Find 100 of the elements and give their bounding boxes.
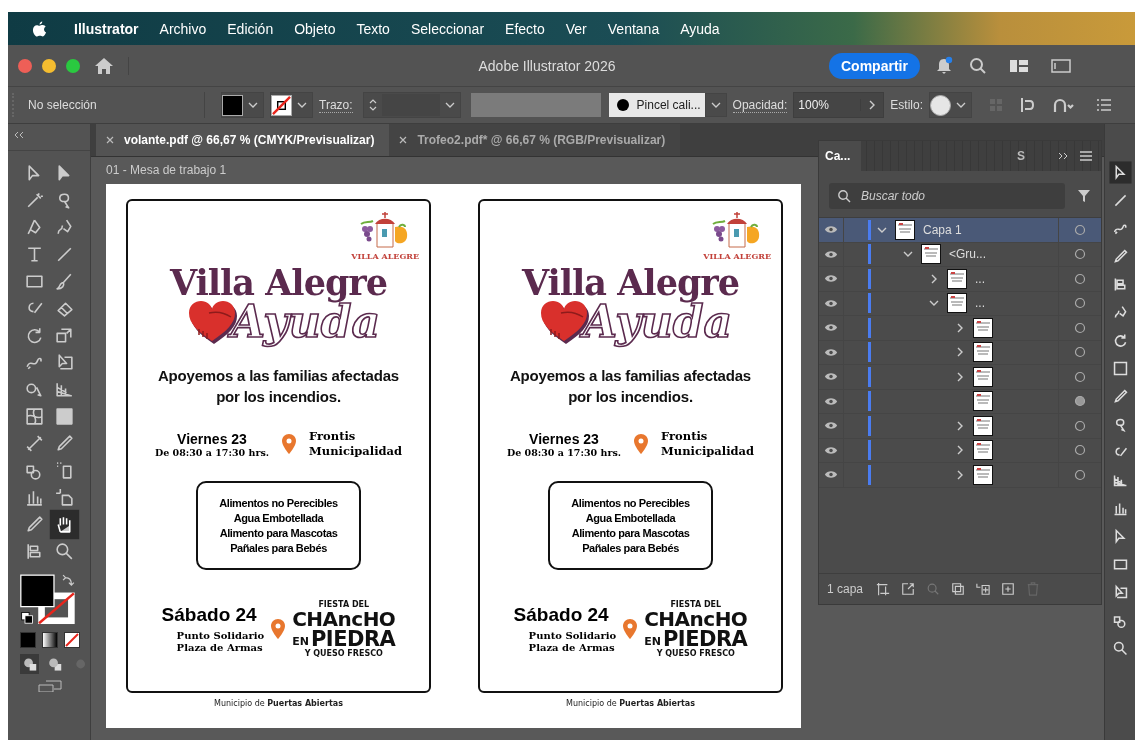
menu-item[interactable]: Edición <box>227 20 274 37</box>
close-icon[interactable] <box>399 136 408 144</box>
layer-row[interactable] <box>819 438 1101 463</box>
minimize-button[interactable] <box>42 58 56 73</box>
target-circle-icon[interactable] <box>1074 321 1086 334</box>
layer-row[interactable]: Capa 1 <box>819 218 1101 243</box>
new-sublayer-icon[interactable] <box>976 582 991 596</box>
logo-text: VILLA ALEGRE <box>351 251 419 261</box>
target-circle-icon[interactable] <box>1074 248 1086 261</box>
stroke-swatch[interactable] <box>270 92 313 118</box>
layer-row[interactable] <box>819 414 1101 439</box>
list-icon[interactable] <box>1096 97 1112 113</box>
eye-icon[interactable] <box>824 347 838 357</box>
layer-row[interactable]: ... <box>819 291 1101 316</box>
opacity-label[interactable]: Opacidad: <box>732 97 788 113</box>
search-field[interactable]: Buscar todo <box>829 183 1065 209</box>
eye-icon[interactable] <box>824 396 838 406</box>
eye-icon[interactable] <box>824 274 838 284</box>
menu-item[interactable]: Objeto <box>294 20 336 37</box>
eye-icon[interactable] <box>824 372 838 382</box>
eye-icon[interactable] <box>824 249 838 259</box>
workspace-icon[interactable] <box>1007 57 1030 74</box>
variable-width-field[interactable] <box>470 93 601 117</box>
magnet-icon[interactable] <box>1052 97 1076 113</box>
eye-icon[interactable] <box>824 421 838 431</box>
apple-logo-icon[interactable] <box>32 19 47 38</box>
chevron-icon[interactable] <box>955 420 965 431</box>
menu-item[interactable]: Seleccionar <box>410 20 485 37</box>
supply-item: Alimento para Mascotas <box>219 527 338 539</box>
eye-icon[interactable] <box>824 298 838 308</box>
eye-icon[interactable] <box>824 323 838 333</box>
menu-item[interactable]: Ventana <box>607 20 660 37</box>
chevron-icon[interactable] <box>955 469 965 480</box>
panel-tab[interactable]: Ca... <box>819 141 861 171</box>
chevron-icon[interactable] <box>955 347 965 358</box>
supply-item: Alimento para Mascotas <box>571 527 690 539</box>
target-circle-icon[interactable] <box>1074 223 1086 236</box>
layer-row[interactable] <box>819 365 1101 390</box>
share-button[interactable]: Compartir <box>829 52 920 79</box>
search-icon[interactable] <box>967 55 988 76</box>
fill-swatch[interactable] <box>221 92 264 118</box>
layer-thumbnail-icon <box>973 366 993 387</box>
target-circle-icon[interactable] <box>1074 272 1086 285</box>
hand-icon[interactable] <box>52 512 77 537</box>
align-icon[interactable] <box>1020 97 1036 113</box>
filter-icon[interactable] <box>1077 189 1091 203</box>
chevron-icon[interactable] <box>929 273 939 284</box>
new-layer-icon[interactable] <box>1001 582 1016 596</box>
gradient-mode-button[interactable] <box>42 632 58 648</box>
layer-row[interactable] <box>819 463 1101 488</box>
chevron-icon[interactable] <box>955 371 965 382</box>
menu-item[interactable]: Texto <box>356 20 390 37</box>
layer-row[interactable] <box>819 316 1101 341</box>
event-location: Punto Solidario Plaza de Armas <box>528 630 617 654</box>
target-circle-icon[interactable] <box>1074 346 1086 359</box>
panel-icon[interactable] <box>1049 57 1072 74</box>
target-circle-icon[interactable] <box>1074 395 1086 408</box>
collapse-icon[interactable] <box>14 132 24 138</box>
layer-thumbnail-icon <box>973 342 993 363</box>
zoom-button[interactable] <box>66 58 80 73</box>
target-circle-icon[interactable] <box>1074 419 1086 432</box>
style-swatch[interactable] <box>929 92 972 118</box>
clipping-mask-icon[interactable] <box>951 582 966 596</box>
menu-item[interactable]: Ver <box>565 20 587 37</box>
document-tab[interactable]: volante.pdf @ 66,67 % (CMYK/Previsualizar) <box>96 124 390 156</box>
none-mode-button[interactable] <box>64 632 80 648</box>
panel-tab[interactable]: S <box>1011 141 1031 171</box>
draw-normal-icon[interactable] <box>20 654 40 674</box>
layer-thumbnail-icon <box>973 464 993 485</box>
menu-item[interactable]: Archivo <box>159 20 207 37</box>
home-icon[interactable] <box>94 56 129 75</box>
brush-dropdown[interactable]: Pincel cali... <box>608 93 727 117</box>
menu-item[interactable]: Efecto <box>505 20 545 37</box>
festival-logo-text: EN <box>292 635 309 649</box>
eye-icon[interactable] <box>824 470 838 480</box>
menu-icon[interactable] <box>1079 151 1093 161</box>
close-icon[interactable] <box>106 136 114 144</box>
stroke-weight-field[interactable] <box>362 92 461 118</box>
target-circle-icon[interactable] <box>1074 370 1086 383</box>
layer-row[interactable]: <Gru... <box>819 242 1101 267</box>
layer-row[interactable] <box>819 389 1101 414</box>
layer-row[interactable]: ... <box>819 267 1101 292</box>
target-circle-icon[interactable] <box>1074 468 1086 481</box>
menu-item[interactable]: Ayuda <box>680 20 720 37</box>
chevron-icon[interactable] <box>955 445 965 456</box>
stroke-label[interactable]: Trazo: <box>319 97 353 113</box>
menu-item[interactable]: Illustrator <box>74 20 139 37</box>
chevron-icon[interactable] <box>955 322 965 333</box>
eye-icon[interactable] <box>824 445 838 455</box>
eye-icon[interactable] <box>824 225 838 235</box>
target-circle-icon[interactable] <box>1074 444 1086 457</box>
target-circle-icon[interactable] <box>1074 297 1086 310</box>
color-mode-button[interactable] <box>20 632 36 648</box>
event-day: Sábado 24 <box>513 604 617 626</box>
fill-stroke-swatches-icon[interactable] <box>20 574 78 626</box>
layer-row[interactable] <box>819 340 1101 365</box>
artboard-collect-icon[interactable] <box>876 582 891 596</box>
opacity-field[interactable]: 100% <box>793 92 885 118</box>
document-tab[interactable]: Trofeo2.pdf* @ 66,67 % (RGB/Previsualizar) <box>389 124 681 156</box>
export-icon[interactable] <box>901 582 916 596</box>
